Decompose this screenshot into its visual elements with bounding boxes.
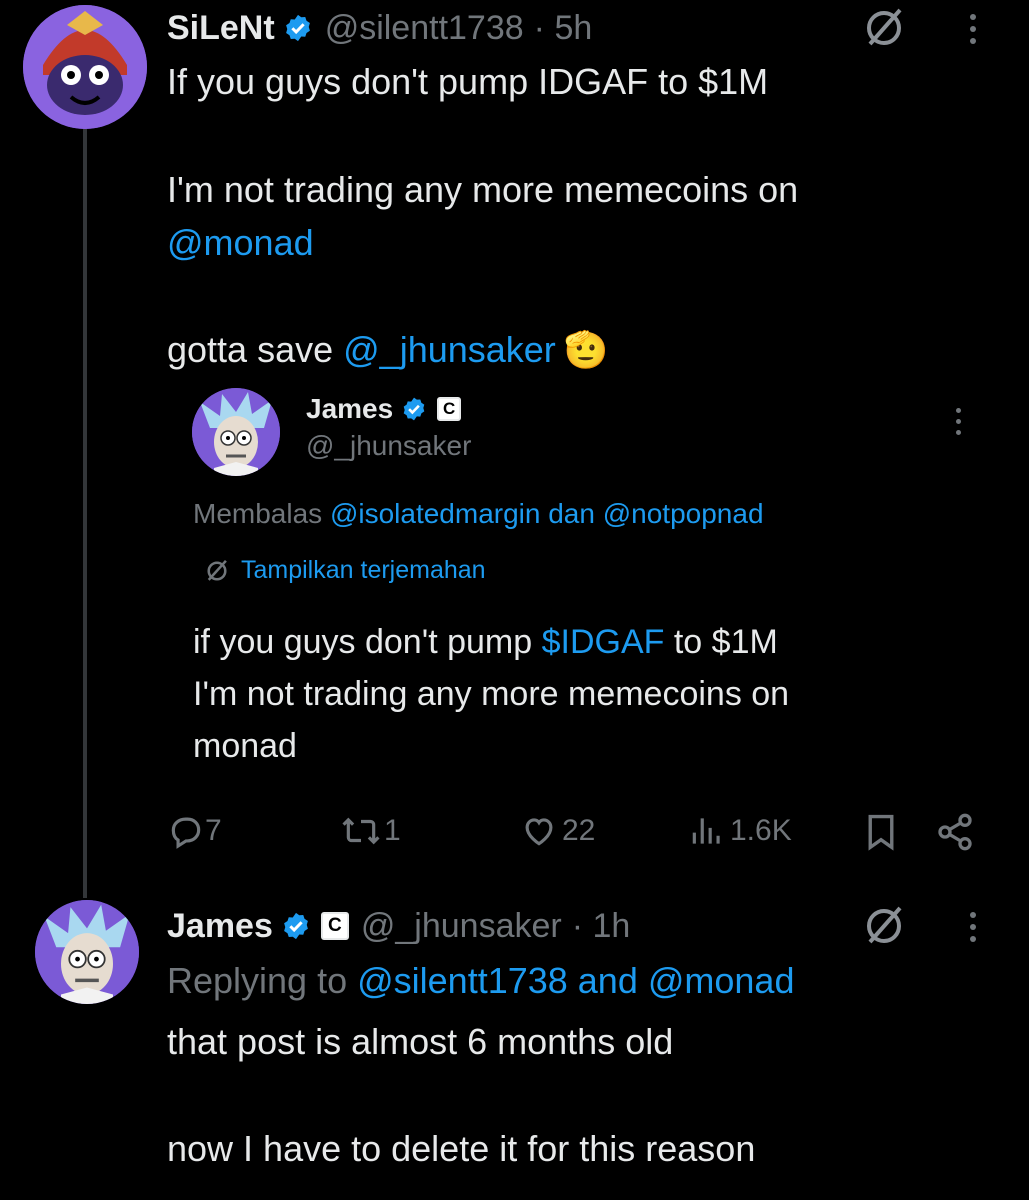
verified-badge-icon xyxy=(285,14,310,42)
avatar-silent[interactable] xyxy=(23,5,147,129)
post1-line4-prefix: gotta save xyxy=(167,329,344,370)
avatar-james[interactable] xyxy=(35,900,139,1004)
share-icon[interactable] xyxy=(935,812,975,852)
avatar-james-quote[interactable] xyxy=(192,388,280,476)
author-handle[interactable]: @silentt1738 xyxy=(325,9,524,48)
like-count: 22 xyxy=(562,814,596,847)
quote-body: if you guys don't pump $IDGAF to $1M I'm… xyxy=(193,616,789,772)
views-chart-icon xyxy=(692,818,720,844)
author-name[interactable]: SiLeNt xyxy=(167,9,275,48)
translate-label: Tampilkan terjemahan xyxy=(241,556,486,584)
more-options-icon[interactable] xyxy=(970,14,976,44)
post2-header: James C @_jhunsaker · 1h xyxy=(167,904,630,948)
like-button[interactable]: 22 xyxy=(520,812,595,850)
translate-icon xyxy=(207,559,227,581)
thread-connector-line xyxy=(83,118,87,898)
quote-body-line1: if you guys don't pump $IDGAF to $1M xyxy=(193,616,789,668)
post-time[interactable]: · 1h xyxy=(572,907,631,946)
quote-replying-to[interactable]: @isolatedmargin dan @notpopnad xyxy=(330,498,764,530)
more-options-icon[interactable] xyxy=(970,912,976,942)
quote-handle[interactable]: @_jhunsaker xyxy=(306,430,471,462)
quote-body-line3: monad xyxy=(193,727,297,765)
views-button[interactable]: 1.6K xyxy=(688,812,792,850)
post1-line4: gotta save @_jhunsaker 🫡 xyxy=(167,323,609,377)
repost-icon xyxy=(342,817,380,845)
quote-body-text: to $1M xyxy=(664,623,778,661)
post2-replying-prefix: Replying to xyxy=(167,960,358,1001)
rick-avatar-icon xyxy=(192,388,280,476)
post2-line1: that post is almost 6 months old xyxy=(167,1021,674,1062)
quote-header: James C xyxy=(306,392,462,426)
saluting-emoji: 🫡 xyxy=(563,329,609,370)
post2-line2: now I have to delete it for this reason xyxy=(167,1128,756,1169)
rick-avatar-icon xyxy=(35,900,139,1004)
reply-count: 7 xyxy=(205,814,222,847)
post-time[interactable]: · 5h xyxy=(534,9,593,48)
reply-icon xyxy=(171,817,201,849)
heart-icon xyxy=(525,818,553,846)
quote-replying-line: Membalas @isolatedmargin dan @notpopnad xyxy=(193,498,764,530)
bookmark-icon[interactable] xyxy=(862,812,900,852)
post2-replying-line: Replying to @silentt1738 and @monad xyxy=(167,956,794,1006)
quote-author-name[interactable]: James xyxy=(306,393,393,425)
post1-line2: I'm not trading any more memecoins on xyxy=(167,169,799,210)
post1-header: SiLeNt @silentt1738 · 5h xyxy=(167,8,592,48)
grok-icon[interactable] xyxy=(862,6,906,50)
mention-monad[interactable]: @monad xyxy=(167,216,314,270)
repost-button[interactable]: 1 xyxy=(340,812,401,850)
affiliate-badge: C xyxy=(320,912,349,940)
views-count: 1.6K xyxy=(730,814,792,847)
reply-button[interactable]: 7 xyxy=(167,812,222,850)
quote-more-options-icon[interactable] xyxy=(956,408,961,435)
samurai-avatar-icon xyxy=(23,5,147,129)
quote-body-text: if you guys don't pump xyxy=(193,623,542,661)
post2-replying-to[interactable]: @silentt1738 and @monad xyxy=(357,960,794,1002)
verified-badge-icon xyxy=(403,397,425,421)
author-name[interactable]: James xyxy=(167,907,273,946)
grok-icon[interactable] xyxy=(862,904,906,948)
repost-count: 1 xyxy=(384,814,401,847)
show-translation-link[interactable]: Tampilkan terjemahan xyxy=(203,556,486,585)
verified-badge-icon xyxy=(284,912,308,940)
post1-line1: If you guys don't pump IDGAF to $1M xyxy=(167,61,769,102)
quote-body-line2: I'm not trading any more memecoins on xyxy=(193,675,790,713)
author-handle[interactable]: @_jhunsaker xyxy=(361,907,562,946)
quote-replying-prefix: Membalas xyxy=(193,498,330,529)
cashtag-idgaf[interactable]: $IDGAF xyxy=(542,623,665,661)
quoted-post-card[interactable]: James C @_jhunsaker Membalas @isolatedma… xyxy=(167,370,987,790)
mention-jhunsaker[interactable]: @_jhunsaker xyxy=(343,329,556,370)
affiliate-badge: C xyxy=(437,397,462,421)
